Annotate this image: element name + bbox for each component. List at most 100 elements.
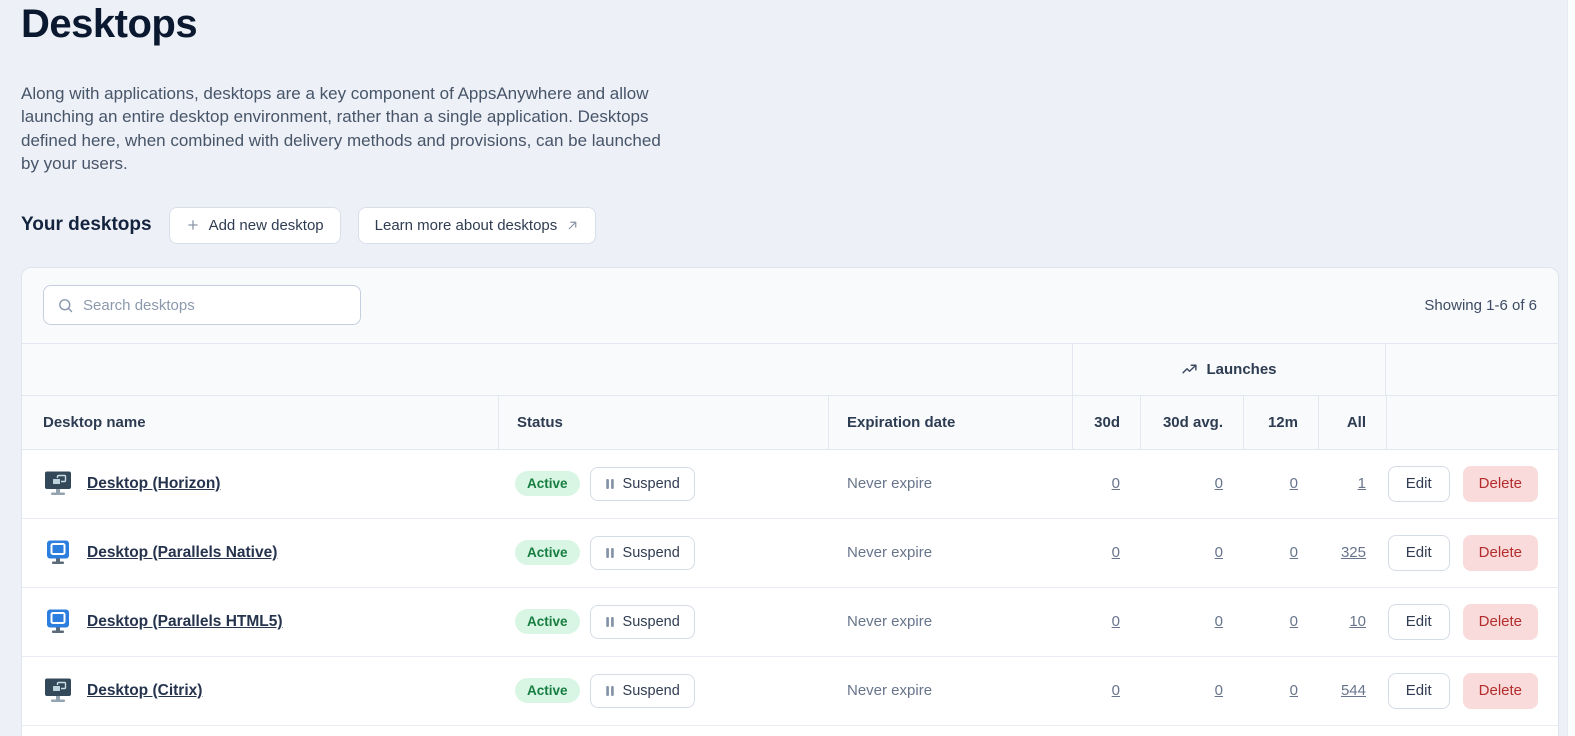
launches-all-link[interactable]: 1	[1358, 475, 1366, 492]
launches-30d-avg-link[interactable]: 0	[1215, 613, 1223, 630]
column-header-desktop-name: Desktop name	[22, 396, 498, 449]
add-new-desktop-label: Add new desktop	[209, 217, 324, 234]
desktop-name-cell: Desktop (Citrix)	[22, 657, 498, 725]
suspend-label: Suspend	[623, 614, 680, 630]
add-new-desktop-button[interactable]: Add new desktop	[169, 207, 341, 244]
launches-all-link[interactable]: 10	[1349, 613, 1366, 630]
page-scrollbar[interactable]	[1567, 0, 1575, 736]
desktops-page: Desktops Along with applications, deskto…	[0, 0, 1575, 736]
expiration-cell: Never expire	[828, 519, 1072, 587]
launches-30d-link[interactable]: 0	[1112, 475, 1120, 492]
suspend-label: Suspend	[623, 683, 680, 699]
suspend-button[interactable]: Suspend	[590, 674, 695, 708]
launches-12m-link[interactable]: 0	[1290, 613, 1298, 630]
delete-button[interactable]: Delete	[1463, 604, 1538, 640]
table-row: Desktop (Parallels Native) Active Suspen…	[22, 519, 1558, 588]
learn-more-button[interactable]: Learn more about desktops	[358, 207, 597, 244]
column-header-30d: 30d	[1072, 396, 1140, 449]
external-link-icon	[566, 219, 579, 232]
launches-12m-link[interactable]: 0	[1290, 682, 1298, 699]
edit-button[interactable]: Edit	[1388, 535, 1450, 571]
suspend-label: Suspend	[623, 545, 680, 561]
desktop-name-link[interactable]: Desktop (Horizon)	[87, 475, 220, 493]
launches-all-link[interactable]: 325	[1341, 544, 1366, 561]
suspend-label: Suspend	[623, 476, 680, 492]
desktop-name-cell: Desktop (Parallels HTML5)	[22, 588, 498, 656]
group-header-spacer-right	[1386, 344, 1558, 395]
panel-toolbar: Showing 1-6 of 6	[22, 268, 1558, 344]
search-input[interactable]	[83, 297, 347, 314]
desktop-name-cell: Desktop (Horizon)	[22, 450, 498, 518]
desktop-name-link[interactable]: Desktop (Citrix)	[87, 682, 202, 700]
desktop-name-link[interactable]: Desktop (Parallels Native)	[87, 544, 277, 562]
column-header-expiration-date: Expiration date	[828, 396, 1072, 449]
pause-icon	[605, 685, 615, 697]
table-row: Desktop (Parallels HTML5) Active Suspend…	[22, 588, 1558, 657]
table-row: Desktop (Citrix) Active Suspend Never ex…	[22, 657, 1558, 726]
monitor-dark-icon	[44, 471, 72, 496]
delete-button[interactable]: Delete	[1463, 535, 1538, 571]
monitor-dark-icon	[44, 678, 72, 703]
trending-up-icon	[1181, 361, 1198, 378]
edit-button[interactable]: Edit	[1388, 466, 1450, 502]
table-header-row: Desktop name Status Expiration date 30d …	[22, 396, 1558, 450]
suspend-button[interactable]: Suspend	[590, 467, 695, 501]
table-group-header: Launches	[22, 344, 1558, 396]
desktop-name-cell: Desktop (Parallels Native)	[22, 519, 498, 587]
launches-group-header: Launches	[1072, 344, 1386, 395]
desktops-panel: Showing 1-6 of 6 Launches Desktop name S…	[21, 267, 1559, 736]
column-header-12m: 12m	[1243, 396, 1318, 449]
learn-more-label: Learn more about desktops	[375, 217, 558, 234]
status-badge: Active	[515, 609, 580, 634]
search-icon	[57, 297, 74, 314]
launches-30d-avg-link[interactable]: 0	[1215, 544, 1223, 561]
edit-button[interactable]: Edit	[1388, 604, 1450, 640]
expiration-cell: Never expire	[828, 450, 1072, 518]
launches-12m-link[interactable]: 0	[1290, 544, 1298, 561]
column-header-30d-avg: 30d avg.	[1140, 396, 1243, 449]
pause-icon	[605, 616, 615, 628]
table-row-partial	[22, 726, 1558, 736]
status-cell: Active Suspend	[498, 588, 828, 656]
showing-count: Showing 1-6 of 6	[1424, 297, 1537, 314]
pause-icon	[605, 547, 615, 559]
actions-cell: Edit Delete	[1386, 588, 1558, 656]
launches-30d-link[interactable]: 0	[1112, 613, 1120, 630]
column-header-status: Status	[498, 396, 828, 449]
delete-button[interactable]: Delete	[1463, 466, 1538, 502]
search-desktops-box[interactable]	[43, 285, 361, 325]
monitor-blue-icon	[44, 609, 72, 634]
status-badge: Active	[515, 540, 580, 565]
edit-button[interactable]: Edit	[1388, 673, 1450, 709]
table-row: Desktop (Horizon) Active Suspend Never e…	[22, 450, 1558, 519]
desktop-name-link[interactable]: Desktop (Parallels HTML5)	[87, 613, 283, 631]
launches-30d-avg-link[interactable]: 0	[1215, 682, 1223, 699]
launches-30d-avg-link[interactable]: 0	[1215, 475, 1223, 492]
status-cell: Active Suspend	[498, 657, 828, 725]
launches-all-link[interactable]: 544	[1341, 682, 1366, 699]
column-header-all: All	[1318, 396, 1386, 449]
status-cell: Active Suspend	[498, 519, 828, 587]
expiration-cell: Never expire	[828, 657, 1072, 725]
actions-cell: Edit Delete	[1386, 519, 1558, 587]
status-badge: Active	[515, 678, 580, 703]
launches-30d-link[interactable]: 0	[1112, 682, 1120, 699]
actions-cell: Edit Delete	[1386, 657, 1558, 725]
section-header-row: Your desktops Add new desktop Learn more…	[21, 207, 1575, 244]
page-title: Desktops	[21, 2, 1575, 47]
launches-12m-link[interactable]: 0	[1290, 475, 1298, 492]
launches-30d-link[interactable]: 0	[1112, 544, 1120, 561]
page-description: Along with applications, desktops are a …	[21, 82, 681, 176]
actions-cell: Edit Delete	[1386, 450, 1558, 518]
suspend-button[interactable]: Suspend	[590, 605, 695, 639]
launches-group-label: Launches	[1206, 361, 1276, 378]
section-title: Your desktops	[21, 214, 152, 236]
pause-icon	[605, 478, 615, 490]
monitor-blue-icon	[44, 540, 72, 565]
plus-icon	[186, 218, 200, 232]
group-header-spacer-left	[22, 344, 1072, 395]
delete-button[interactable]: Delete	[1463, 673, 1538, 709]
column-header-actions	[1386, 396, 1558, 449]
status-badge: Active	[515, 471, 580, 496]
suspend-button[interactable]: Suspend	[590, 536, 695, 570]
